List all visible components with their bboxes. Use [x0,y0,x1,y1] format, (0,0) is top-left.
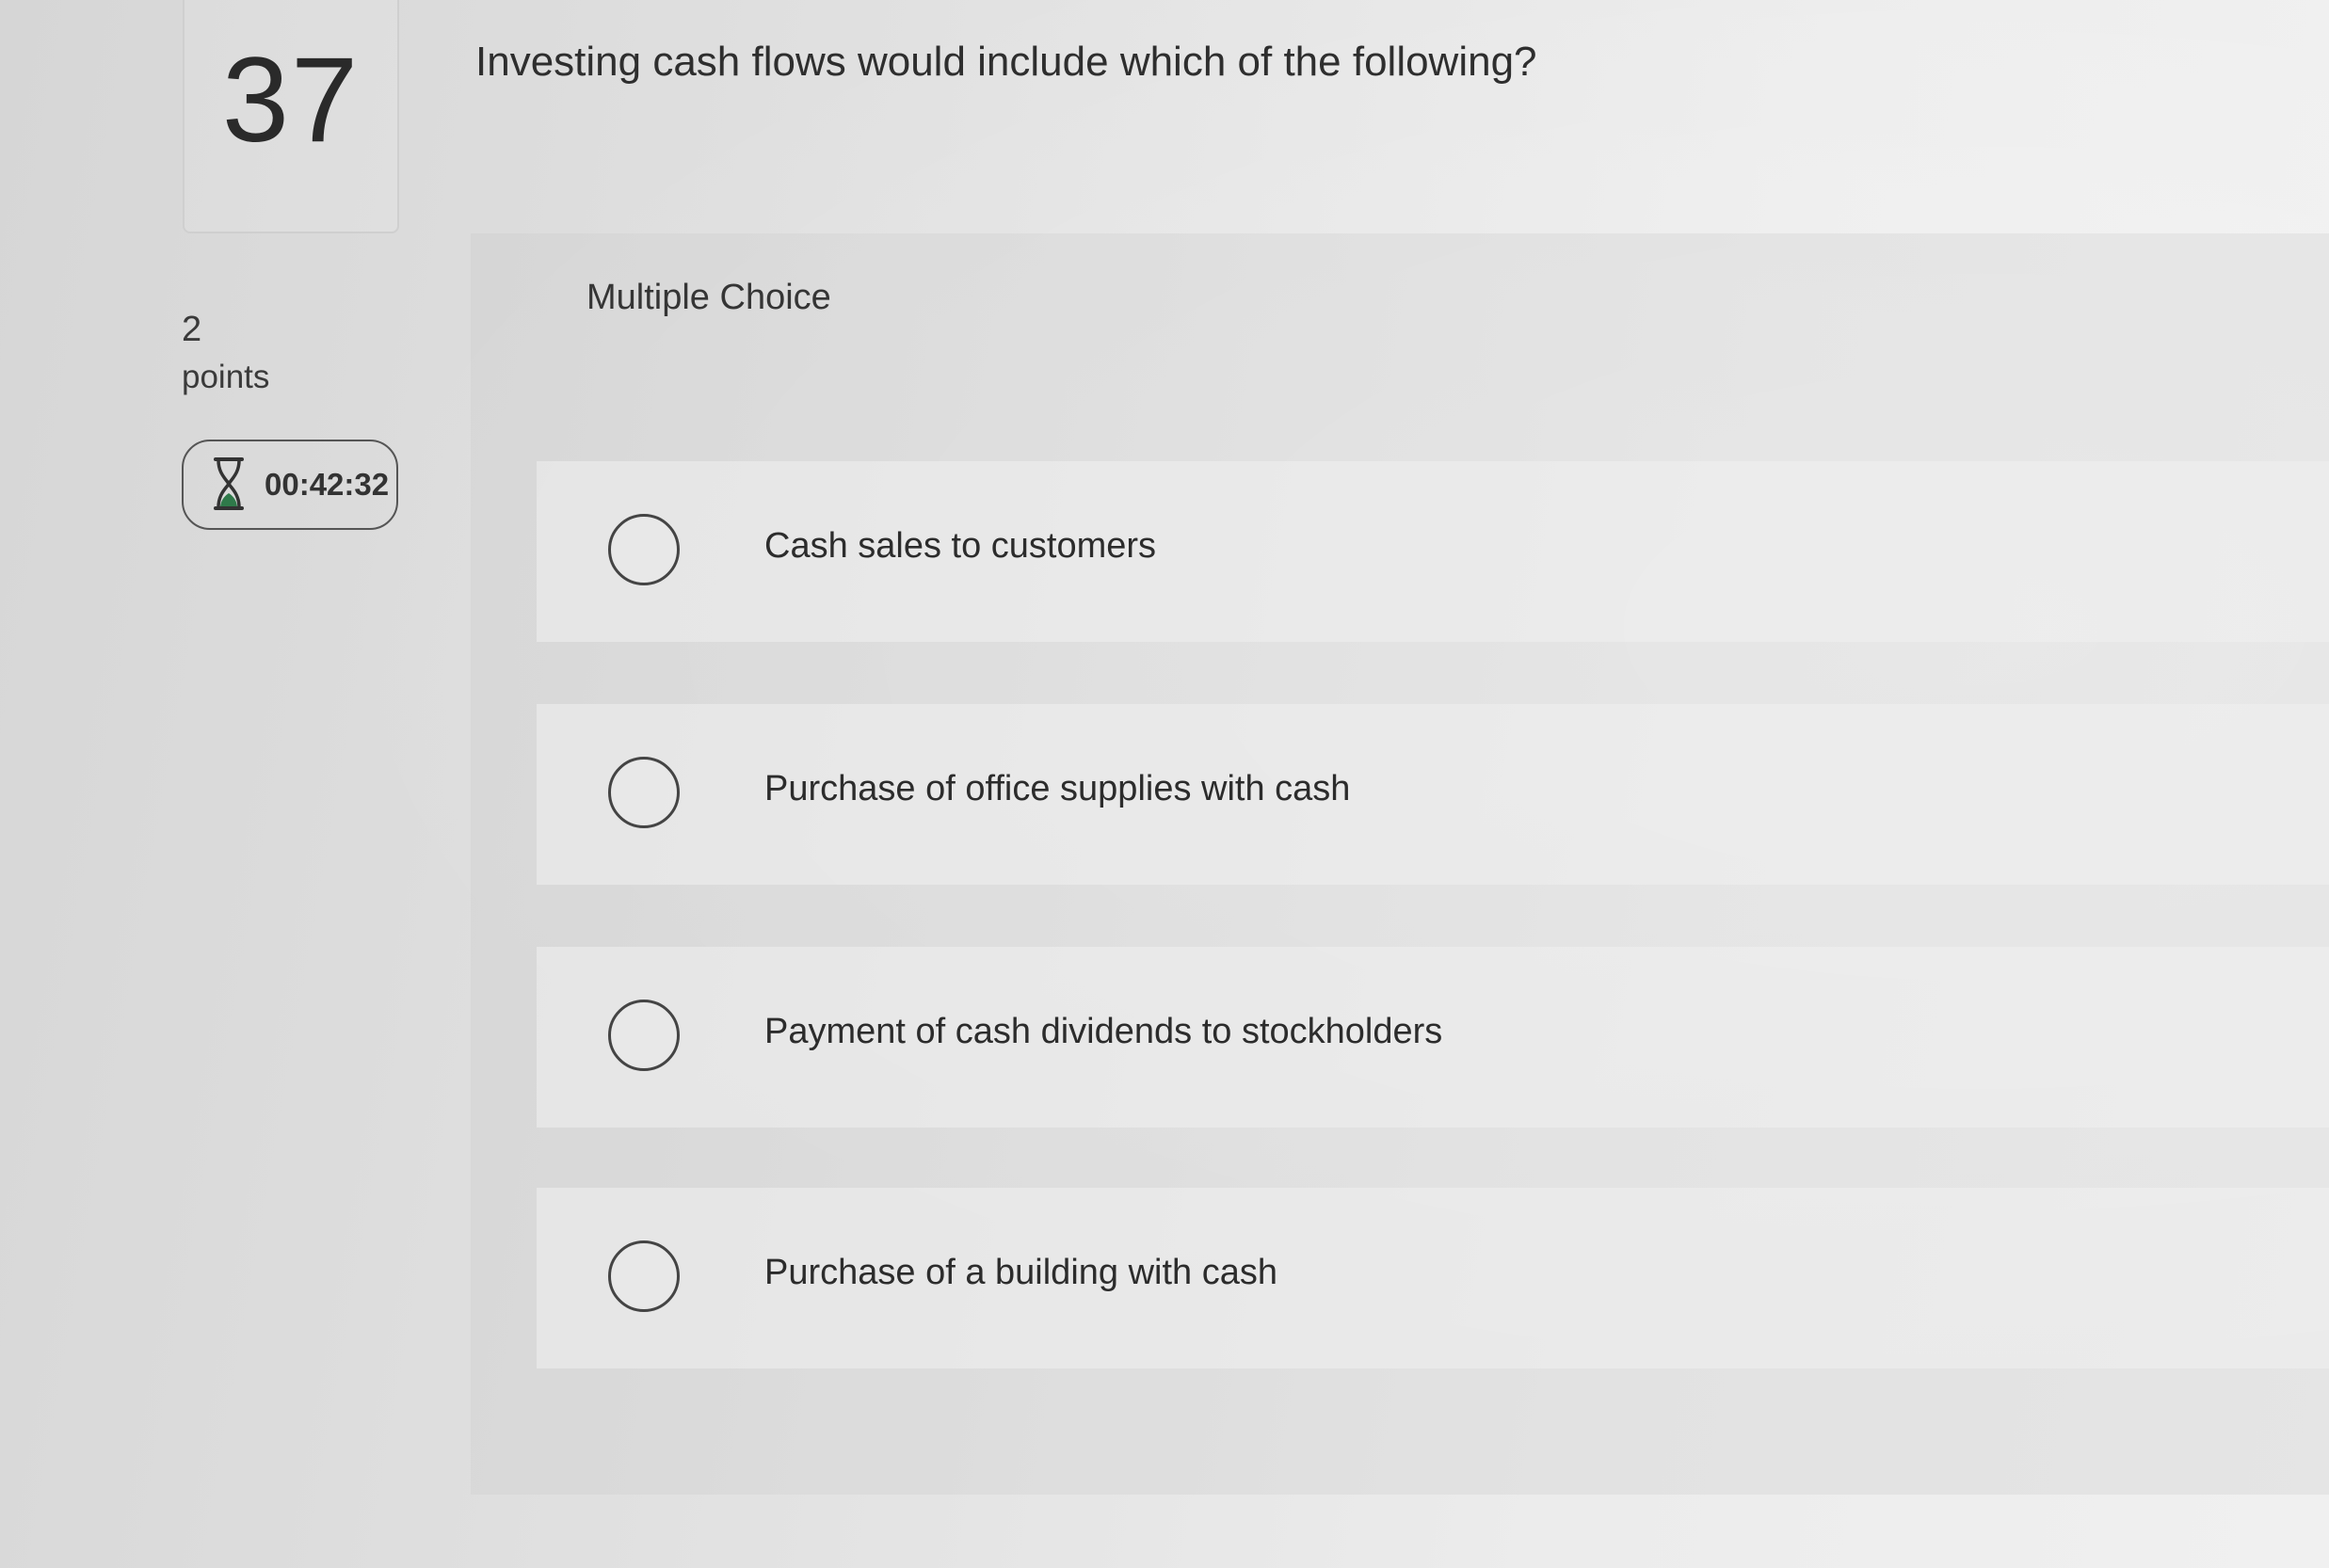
answer-option[interactable]: Cash sales to customers [537,461,2329,642]
radio-button[interactable] [608,1240,680,1312]
answer-option-label: Purchase of office supplies with cash [764,769,1351,808]
question-number-card: 37 [183,0,399,233]
timer-text: 00:42:32 [265,467,390,502]
answer-option-label: Payment of cash dividends to stockholder… [764,1012,1443,1051]
points-value: 2 [182,310,202,349]
radio-button[interactable] [608,757,680,828]
answer-option[interactable]: Purchase of a building with cash [537,1188,2329,1368]
points-label: points [182,359,270,395]
answer-option-label: Cash sales to customers [764,526,1157,566]
question-number: 37 [221,33,361,168]
question-type-label: Multiple Choice [586,278,831,317]
timer-badge: 00:42:32 [182,440,398,530]
answer-option-label: Purchase of a building with cash [764,1253,1277,1292]
radio-button[interactable] [608,1000,680,1071]
question-prompt: Investing cash flows would include which… [475,39,1537,85]
answer-option[interactable]: Payment of cash dividends to stockholder… [537,947,2329,1128]
hourglass-icon [214,457,244,510]
radio-button[interactable] [608,514,680,585]
answer-option[interactable]: Purchase of office supplies with cash [537,704,2329,885]
